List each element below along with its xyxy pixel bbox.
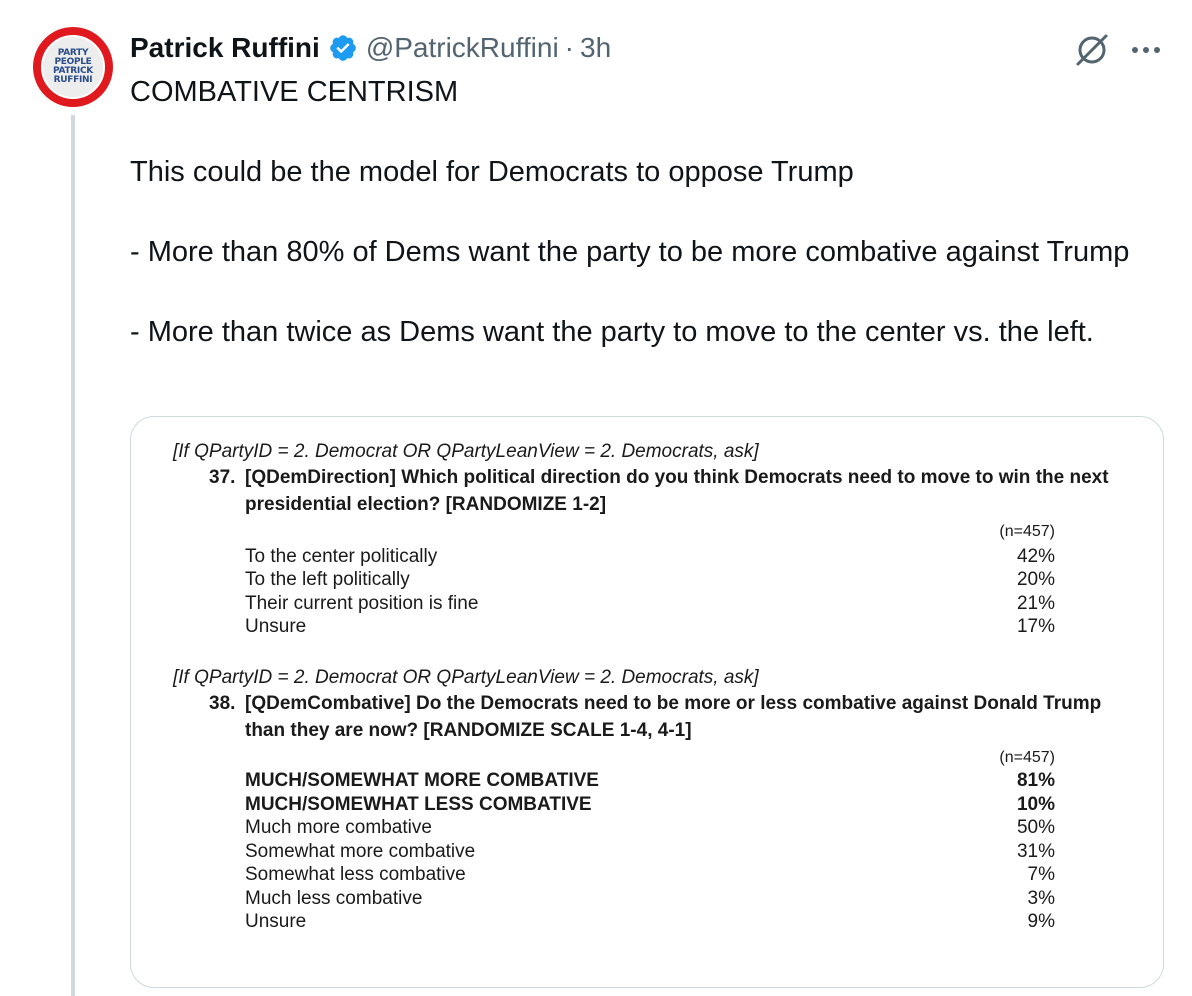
row-value: 21% bbox=[1016, 593, 1055, 614]
row-value: 10% bbox=[1016, 794, 1055, 815]
grok-icon[interactable] bbox=[1072, 30, 1112, 70]
tweet-header: Patrick Ruffini @PatrickRuffini · 3h bbox=[130, 30, 611, 66]
row-label: Unsure bbox=[245, 911, 307, 932]
row-value: 20% bbox=[1016, 569, 1055, 590]
row-label: Unsure bbox=[245, 616, 307, 637]
q38-row-net: MUCH/SOMEWHAT MORE COMBATIVE 81% bbox=[245, 769, 1055, 793]
row-value: 17% bbox=[1016, 616, 1055, 637]
q37-condition: [If QPartyID = 2. Democrat OR QPartyLean… bbox=[173, 441, 759, 462]
verified-badge-icon bbox=[330, 35, 356, 61]
row-label: MUCH/SOMEWHAT MORE COMBATIVE bbox=[245, 770, 599, 791]
avatar[interactable]: PARTY PEOPLE PATRICK RUFFINI bbox=[33, 27, 113, 107]
q38-row: Unsure 9% bbox=[245, 910, 1055, 934]
avatar-text-ruffini: RUFFINI bbox=[53, 75, 93, 85]
row-label: To the left politically bbox=[245, 569, 410, 590]
row-label: Much less combative bbox=[245, 888, 423, 909]
poll-document: [If QPartyID = 2. Democrat OR QPartyLean… bbox=[131, 417, 1163, 987]
row-label: Much more combative bbox=[245, 817, 432, 838]
q38-question: [QDemCombative] Do the Democrats need to… bbox=[245, 693, 1102, 741]
q37-row: To the left politically 20% bbox=[245, 568, 1055, 592]
q37-number: 37. bbox=[209, 467, 236, 488]
q38-row: Much less combative 3% bbox=[245, 887, 1055, 911]
more-icon[interactable] bbox=[1130, 44, 1162, 56]
header-separator: · bbox=[564, 32, 574, 63]
q38-row-net: MUCH/SOMEWHAT LESS COMBATIVE 10% bbox=[245, 793, 1055, 817]
row-value: 7% bbox=[1027, 864, 1055, 885]
q38-number: 38. bbox=[209, 693, 236, 714]
row-label: MUCH/SOMEWHAT LESS COMBATIVE bbox=[245, 794, 592, 815]
tweet-image[interactable]: [If QPartyID = 2. Democrat OR QPartyLean… bbox=[130, 416, 1164, 988]
q37-sample-size: (n=457) bbox=[999, 523, 1055, 540]
q37-row: Their current position is fine 21% bbox=[245, 592, 1055, 616]
row-label: Their current position is fine bbox=[245, 593, 479, 614]
tweet-headline: COMBATIVE CENTRISM bbox=[130, 76, 459, 108]
tweet-paragraph-3: - More than twice as Dems want the party… bbox=[130, 316, 1094, 348]
q38-row: Somewhat more combative 31% bbox=[245, 840, 1055, 864]
row-value: 50% bbox=[1016, 817, 1055, 838]
row-label: Somewhat less combative bbox=[245, 864, 466, 885]
row-value: 31% bbox=[1016, 841, 1055, 862]
author-name[interactable]: Patrick Ruffini bbox=[130, 32, 320, 64]
avatar-logo: PARTY PEOPLE PATRICK RUFFINI bbox=[41, 35, 105, 99]
tweet-body: COMBATIVE CENTRISM This could be the mod… bbox=[130, 72, 1180, 352]
row-label: Somewhat more combative bbox=[245, 841, 476, 862]
q38-condition: [If QPartyID = 2. Democrat OR QPartyLean… bbox=[173, 667, 759, 688]
tweet-timestamp[interactable]: 3h bbox=[580, 32, 611, 64]
author-handle[interactable]: @PatrickRuffini bbox=[366, 32, 559, 64]
row-value: 42% bbox=[1016, 546, 1055, 567]
tweet-paragraph-2: - More than 80% of Dems want the party t… bbox=[130, 236, 1130, 268]
q37-row: To the center politically 42% bbox=[245, 545, 1055, 569]
q38-sample-size: (n=457) bbox=[999, 749, 1055, 766]
q38-row: Much more combative 50% bbox=[245, 816, 1055, 840]
row-value: 9% bbox=[1027, 911, 1055, 932]
row-label: To the center politically bbox=[245, 546, 438, 567]
tweet-paragraph-1: This could be the model for Democrats to… bbox=[130, 156, 854, 188]
row-value: 3% bbox=[1027, 888, 1055, 909]
q37-question: [QDemDirection] Which political directio… bbox=[245, 467, 1109, 515]
q37-row: Unsure 17% bbox=[245, 615, 1055, 639]
thread-connector-line bbox=[71, 115, 75, 996]
q38-row: Somewhat less combative 7% bbox=[245, 863, 1055, 887]
row-value: 81% bbox=[1016, 770, 1055, 791]
